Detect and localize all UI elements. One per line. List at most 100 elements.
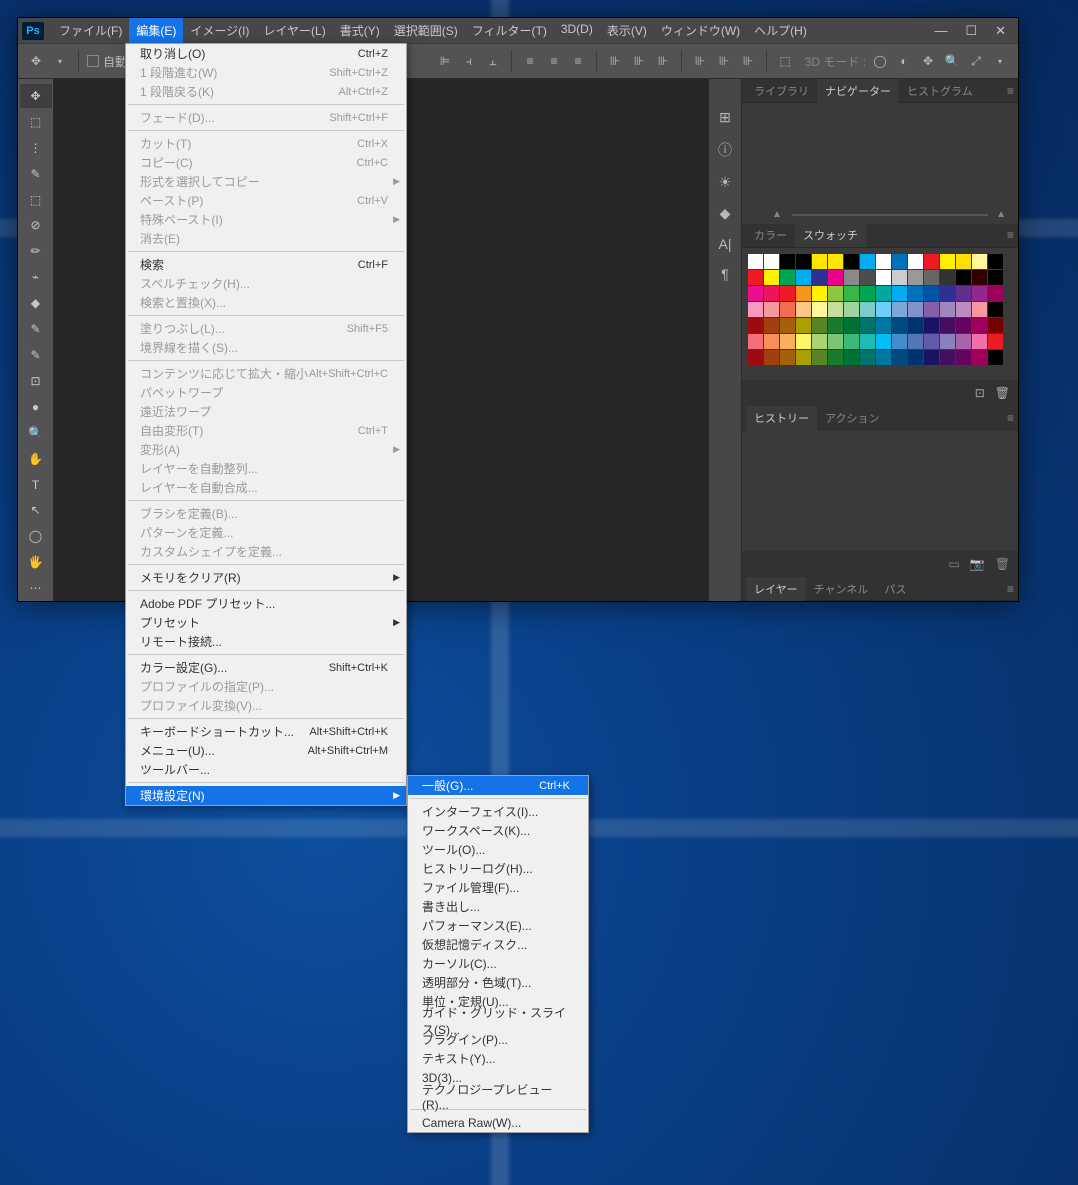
swatch[interactable] bbox=[892, 318, 907, 333]
swatch[interactable] bbox=[924, 254, 939, 269]
swatch[interactable] bbox=[940, 286, 955, 301]
swatch[interactable] bbox=[924, 334, 939, 349]
menu-9[interactable]: ウィンドウ(W) bbox=[654, 18, 747, 43]
swatch[interactable] bbox=[924, 350, 939, 365]
swatch[interactable] bbox=[892, 254, 907, 269]
swatch[interactable] bbox=[764, 302, 779, 317]
swatch[interactable] bbox=[844, 334, 859, 349]
tool-3[interactable]: ✎ bbox=[20, 162, 52, 186]
tool-1[interactable]: ⬚ bbox=[20, 110, 52, 134]
menu-item[interactable]: 検索Ctrl+F bbox=[126, 255, 406, 274]
swatch[interactable] bbox=[780, 270, 795, 285]
swatch[interactable] bbox=[764, 286, 779, 301]
swatch[interactable] bbox=[844, 318, 859, 333]
tab-ヒストリー[interactable]: ヒストリー bbox=[746, 406, 817, 430]
maximize-button[interactable]: ☐ bbox=[965, 23, 977, 39]
swatch[interactable] bbox=[796, 334, 811, 349]
paragraph-icon[interactable]: ¶ bbox=[721, 266, 729, 282]
zoom-slider[interactable] bbox=[792, 214, 988, 216]
swatch[interactable] bbox=[748, 254, 763, 269]
swatch[interactable] bbox=[812, 254, 827, 269]
tool-11[interactable]: ⊡ bbox=[20, 369, 52, 393]
menu-7[interactable]: 3D(D) bbox=[554, 18, 600, 43]
swatch[interactable] bbox=[956, 302, 971, 317]
swatch[interactable] bbox=[812, 334, 827, 349]
swatch[interactable] bbox=[828, 286, 843, 301]
swatch[interactable] bbox=[908, 302, 923, 317]
tool-12[interactable]: ● bbox=[20, 395, 52, 419]
menu-4[interactable]: 書式(Y) bbox=[333, 18, 387, 43]
menu-item[interactable]: リモート接続... bbox=[126, 632, 406, 651]
menu-item[interactable]: キーボードショートカット...Alt+Shift+Ctrl+K bbox=[126, 722, 406, 741]
swatch[interactable] bbox=[908, 334, 923, 349]
tool-13[interactable]: 🔍 bbox=[20, 421, 52, 445]
tab-カラー[interactable]: カラー bbox=[746, 223, 795, 247]
menu-item[interactable]: ファイル管理(F)... bbox=[408, 878, 588, 897]
menu-item[interactable]: インターフェイス(I)... bbox=[408, 802, 588, 821]
swatch[interactable] bbox=[828, 334, 843, 349]
swatch[interactable] bbox=[860, 350, 875, 365]
swatch[interactable] bbox=[860, 270, 875, 285]
align-icon[interactable]: ≡ bbox=[544, 51, 564, 71]
swatch[interactable] bbox=[892, 270, 907, 285]
swatch[interactable] bbox=[972, 302, 987, 317]
adjustments-icon[interactable]: ☀ bbox=[719, 174, 732, 191]
distribute-icon[interactable]: ⊪ bbox=[714, 51, 734, 71]
swatch[interactable] bbox=[828, 350, 843, 365]
swatch[interactable] bbox=[892, 350, 907, 365]
swatch[interactable] bbox=[796, 350, 811, 365]
menu-item[interactable]: カラー設定(G)...Shift+Ctrl+K bbox=[126, 658, 406, 677]
swatch[interactable] bbox=[972, 350, 987, 365]
menu-item[interactable]: プラグイン(P)... bbox=[408, 1030, 588, 1049]
minimize-button[interactable]: ― bbox=[934, 23, 947, 39]
swatch[interactable] bbox=[924, 318, 939, 333]
swatch[interactable] bbox=[828, 254, 843, 269]
swatch[interactable] bbox=[764, 334, 779, 349]
swatch[interactable] bbox=[796, 254, 811, 269]
menu-item[interactable]: 仮想記憶ディスク... bbox=[408, 935, 588, 954]
distribute-icon[interactable]: ⊪ bbox=[653, 51, 673, 71]
align-icon[interactable]: ≡ bbox=[568, 51, 588, 71]
distribute-icon[interactable]: ⊪ bbox=[605, 51, 625, 71]
panel-menu-icon[interactable]: ≡ bbox=[1007, 582, 1014, 596]
3d-icon[interactable]: ⬚ bbox=[775, 51, 795, 71]
swatch[interactable] bbox=[876, 254, 891, 269]
swatch[interactable] bbox=[812, 286, 827, 301]
menu-10[interactable]: ヘルプ(H) bbox=[747, 18, 814, 43]
panel-menu-icon[interactable]: ▾ bbox=[990, 51, 1010, 71]
swatch[interactable] bbox=[924, 286, 939, 301]
align-icon[interactable]: ≡ bbox=[520, 51, 540, 71]
swatch[interactable] bbox=[988, 302, 1003, 317]
panel-menu-icon[interactable]: ≡ bbox=[1007, 411, 1014, 425]
align-icon[interactable]: ⫠ bbox=[483, 51, 503, 71]
swatch[interactable] bbox=[828, 302, 843, 317]
swatch[interactable] bbox=[892, 286, 907, 301]
menu-item[interactable]: ワークスペース(K)... bbox=[408, 821, 588, 840]
swatch[interactable] bbox=[860, 302, 875, 317]
3d-zoom-icon[interactable]: 🔍 bbox=[942, 51, 962, 71]
swatch[interactable] bbox=[748, 350, 763, 365]
swatch[interactable] bbox=[844, 302, 859, 317]
swatch[interactable] bbox=[924, 270, 939, 285]
swatch[interactable] bbox=[748, 270, 763, 285]
swatch[interactable] bbox=[988, 270, 1003, 285]
swatch[interactable] bbox=[764, 318, 779, 333]
swatch[interactable] bbox=[764, 350, 779, 365]
menu-item[interactable]: ツール(O)... bbox=[408, 840, 588, 859]
swatch[interactable] bbox=[908, 318, 923, 333]
delete-icon[interactable]: 🗑 bbox=[995, 557, 1010, 571]
menu-item[interactable]: 取り消し(O)Ctrl+Z bbox=[126, 44, 406, 63]
swatch[interactable] bbox=[860, 318, 875, 333]
tool-2[interactable]: ⋮ bbox=[20, 136, 52, 160]
swatch[interactable] bbox=[892, 302, 907, 317]
menu-item[interactable]: ヒストリーログ(H)... bbox=[408, 859, 588, 878]
swatch[interactable] bbox=[860, 286, 875, 301]
swatch[interactable] bbox=[956, 350, 971, 365]
swatch[interactable] bbox=[876, 318, 891, 333]
tab-パス[interactable]: パス bbox=[876, 577, 914, 601]
menu-8[interactable]: 表示(V) bbox=[600, 18, 654, 43]
tool-9[interactable]: ✎ bbox=[20, 317, 52, 341]
panel-menu-icon[interactable]: ≡ bbox=[1007, 84, 1014, 98]
swatch[interactable] bbox=[796, 302, 811, 317]
swatch[interactable] bbox=[908, 270, 923, 285]
